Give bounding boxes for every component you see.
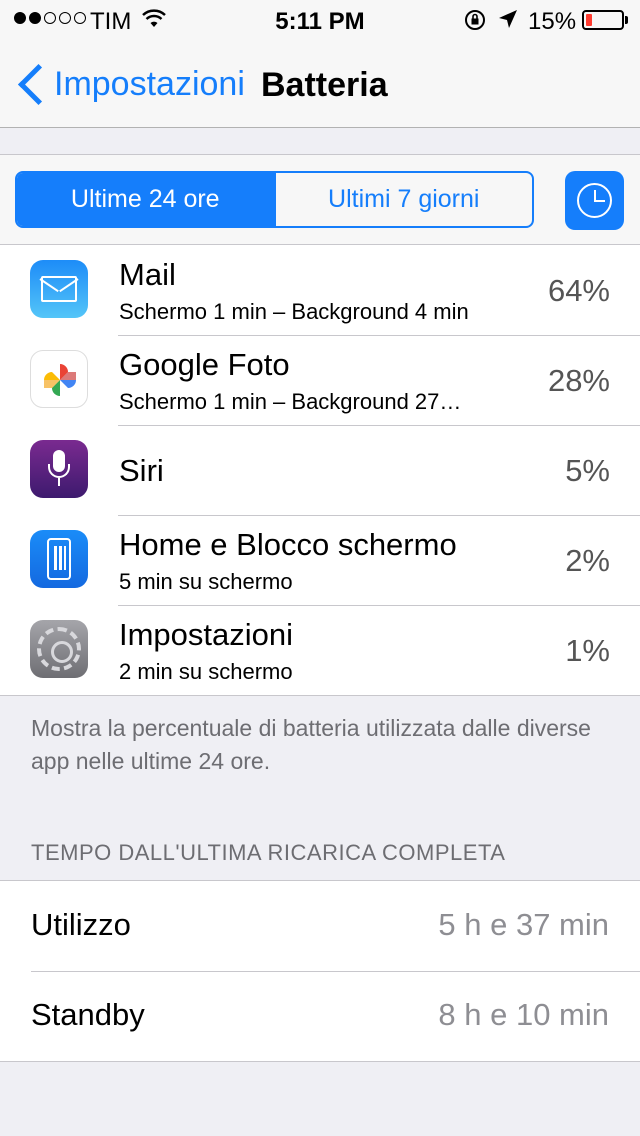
battery-icon — [582, 10, 628, 30]
app-name: Mail — [119, 257, 176, 292]
app-row-google-foto[interactable]: Google Foto Schermo 1 min – Background 2… — [0, 335, 640, 425]
google-photos-icon — [30, 350, 88, 408]
standby-value: 8 h e 10 min — [438, 997, 609, 1032]
app-percent: 64% — [547, 273, 610, 308]
segment-last-7-days[interactable]: Ultimi 7 giorni — [273, 173, 533, 226]
usage-label: Utilizzo — [31, 907, 131, 942]
clock-icon — [577, 183, 612, 218]
app-row-siri[interactable]: Siri 5% — [0, 425, 640, 515]
app-percent: 28% — [547, 363, 610, 398]
settings-icon — [30, 620, 88, 678]
app-row-mail[interactable]: Mail Schermo 1 min – Background 4 min 64… — [0, 245, 640, 335]
navigation-bar: Impostazioni Batteria — [0, 40, 640, 128]
time-range-segmented-control: Ultime 24 ore Ultimi 7 giorni — [15, 171, 534, 228]
since-charge-list: Utilizzo 5 h e 37 min Standby 8 h e 10 m… — [0, 880, 640, 1062]
back-button-label: Impostazioni — [54, 64, 245, 103]
app-row-home-lock-screen[interactable]: Home e Blocco schermo 5 min su schermo 2… — [0, 515, 640, 605]
app-name: Home e Blocco schermo — [119, 527, 457, 562]
battery-percent: 15% — [528, 8, 577, 35]
app-percent: 1% — [565, 633, 610, 668]
chevron-left-icon — [14, 60, 54, 108]
rotation-lock-icon — [463, 8, 487, 39]
siri-icon — [30, 440, 88, 498]
app-detail: 5 min su schermo — [119, 569, 293, 594]
app-detail: Schermo 1 min – Background 4 min — [119, 299, 469, 324]
app-usage-list: Mail Schermo 1 min – Background 4 min 64… — [0, 244, 640, 696]
standby-row: Standby 8 h e 10 min — [0, 971, 640, 1061]
app-percent: 2% — [565, 543, 610, 578]
segment-last-24-hours[interactable]: Ultime 24 ore — [17, 173, 274, 226]
mail-icon — [30, 260, 88, 318]
app-percent: 5% — [565, 453, 610, 488]
usage-footnote: Mostra la percentuale di batteria utiliz… — [31, 715, 591, 774]
app-name: Impostazioni — [119, 617, 294, 652]
show-time-button[interactable] — [565, 171, 624, 230]
time-range-area: Ultime 24 ore Ultimi 7 giorni — [0, 154, 640, 244]
app-detail: Schermo 1 min – Background 27… — [119, 389, 462, 414]
usage-value: 5 h e 37 min — [438, 907, 609, 942]
page-title: Batteria — [261, 66, 388, 104]
app-name: Google Foto — [119, 347, 290, 382]
location-icon — [497, 8, 519, 37]
standby-label: Standby — [31, 997, 145, 1032]
back-button[interactable]: Impostazioni — [14, 60, 245, 108]
app-name: Siri — [119, 453, 164, 488]
app-row-impostazioni[interactable]: Impostazioni 2 min su schermo 1% — [0, 605, 640, 695]
app-detail: 2 min su schermo — [119, 659, 293, 684]
status-bar: TIM 5:11 PM 15% — [0, 0, 640, 40]
usage-row: Utilizzo 5 h e 37 min — [0, 881, 640, 971]
section-header-since-charge: TEMPO DALL'ULTIMA RICARICA COMPLETA — [31, 840, 506, 865]
home-lock-screen-icon — [30, 530, 88, 588]
